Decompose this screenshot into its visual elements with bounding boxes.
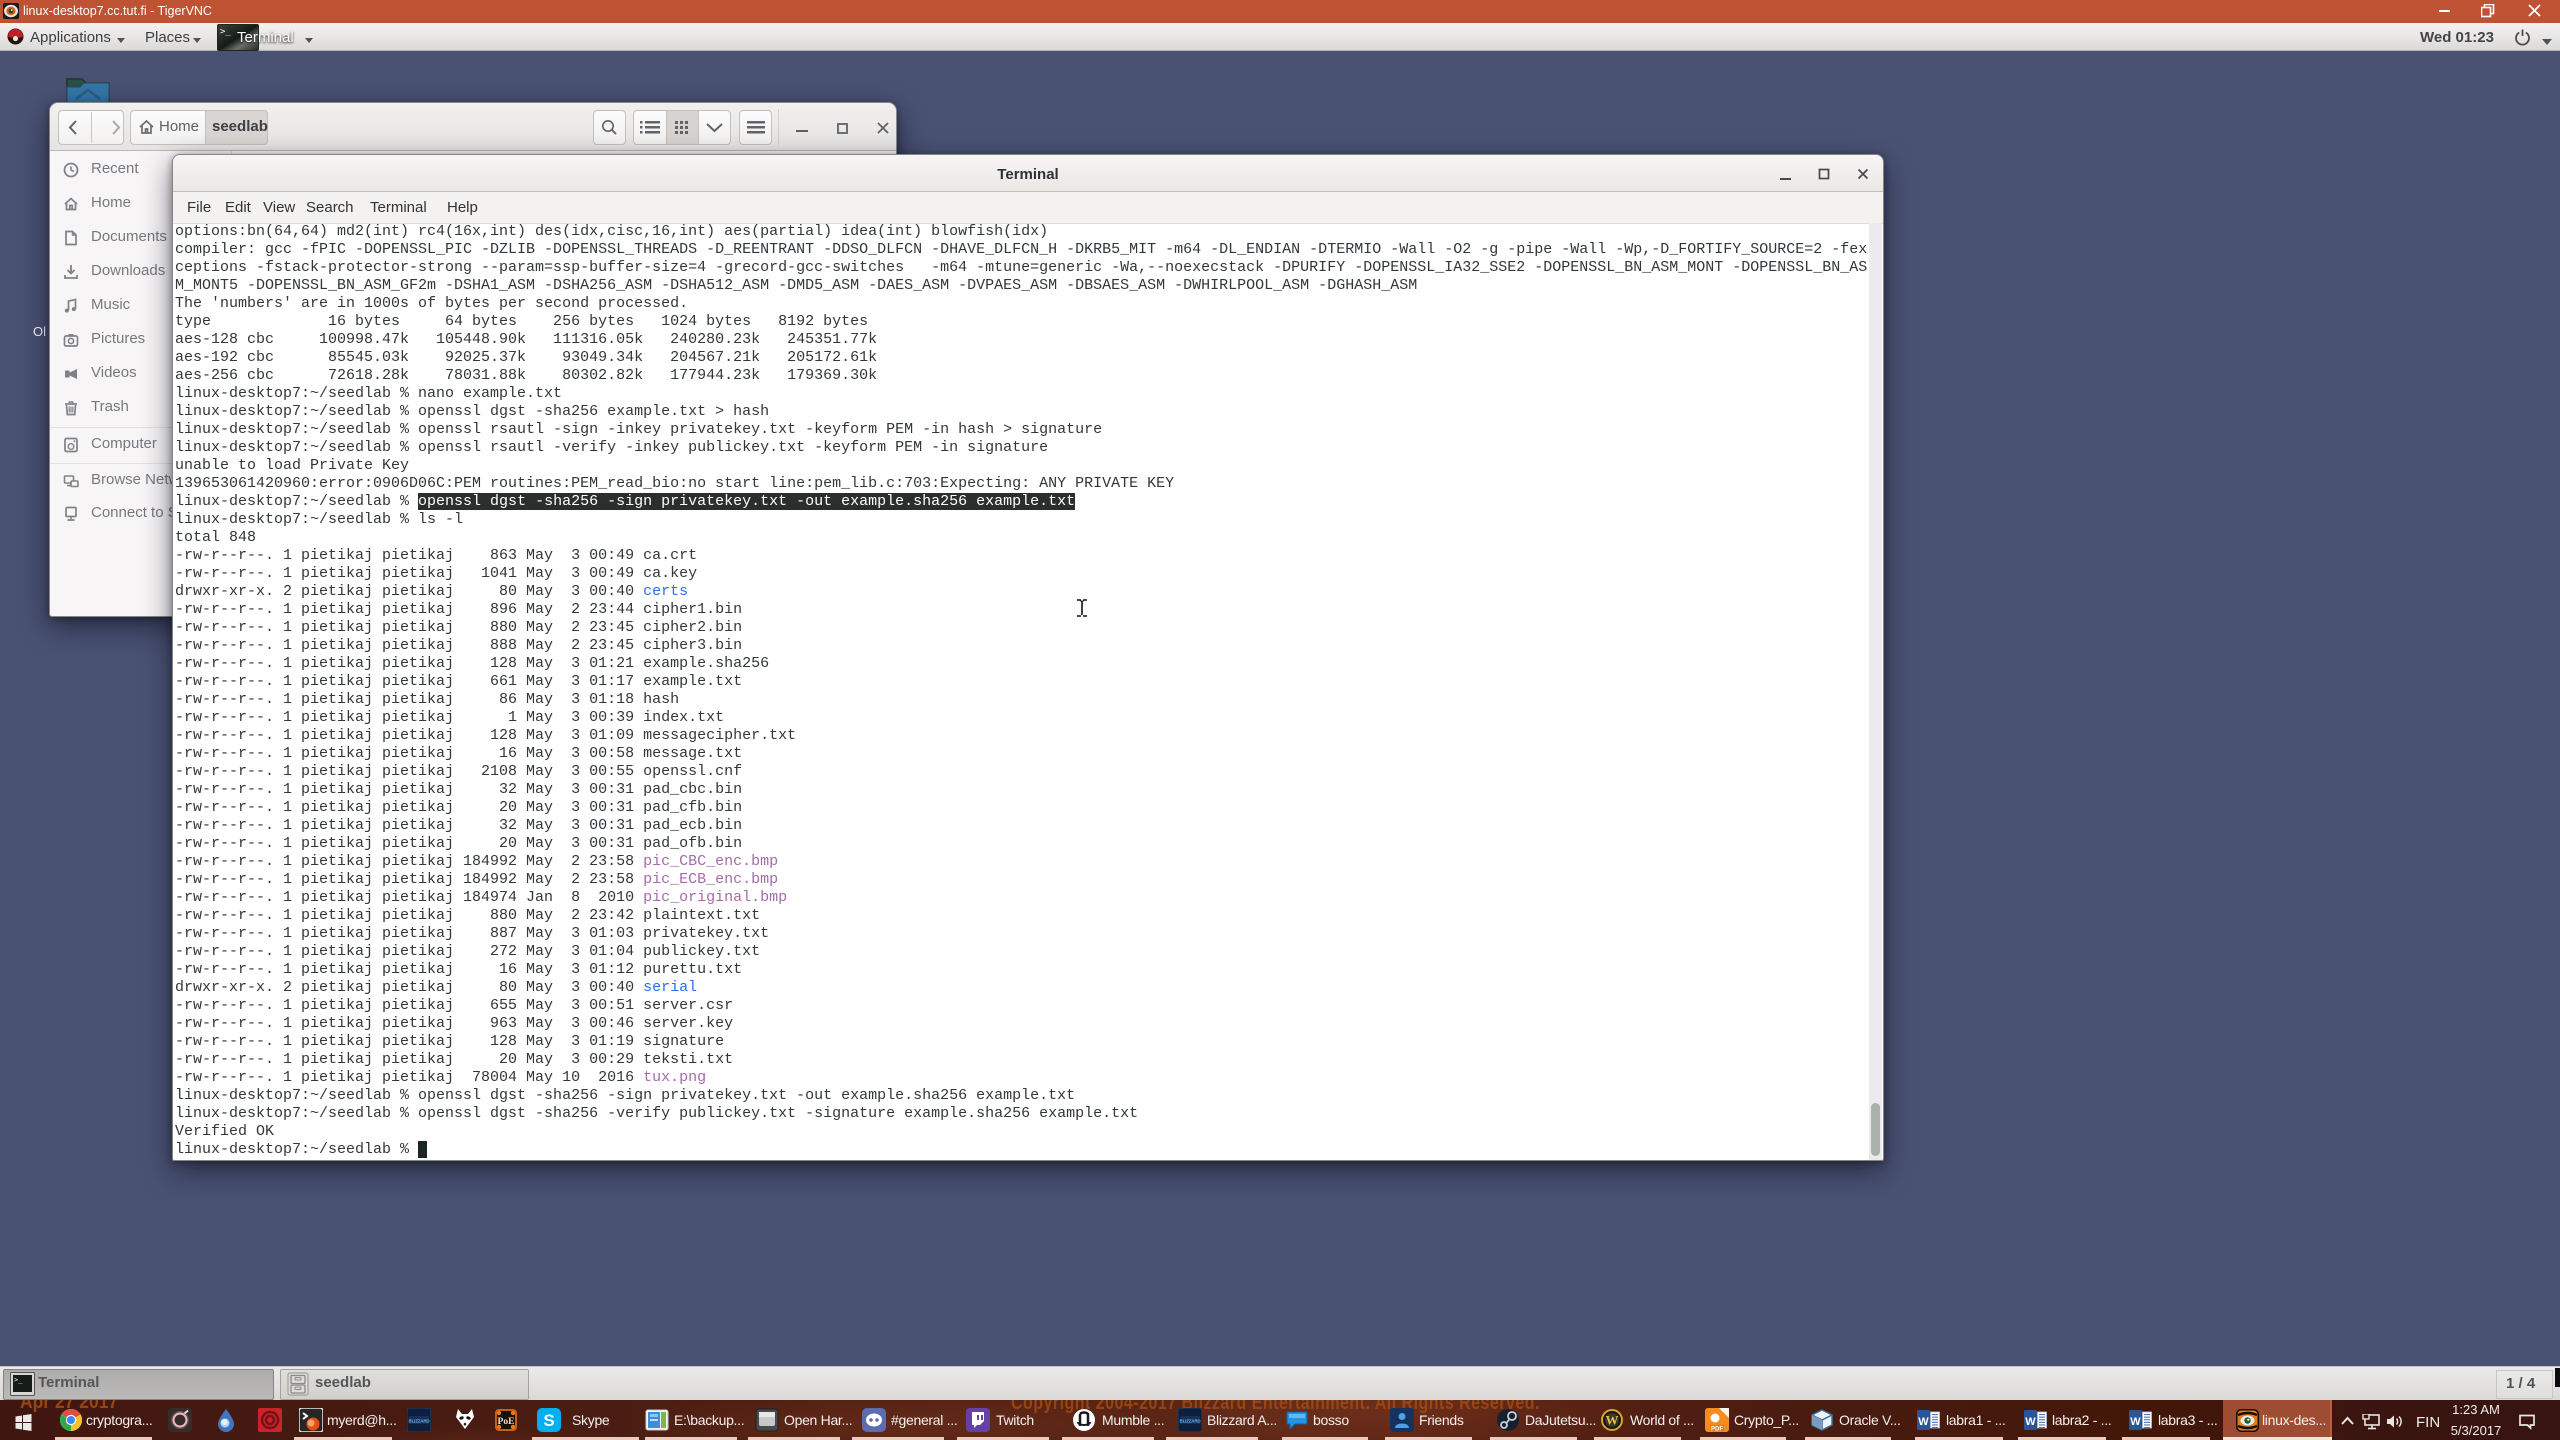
svg-text:>_: >_ [14,1376,23,1384]
svg-text:W: W [2130,1416,2141,1428]
svg-text:BLIZZARD: BLIZZARD [1180,1419,1202,1424]
svg-text:W: W [1606,1413,1619,1428]
svg-text:PDF: PDF [1711,1427,1723,1433]
svg-text:BLIZZARD: BLIZZARD [409,1419,431,1424]
svg-text:>_: >_ [220,27,231,37]
svg-text:W: W [2025,1416,2036,1428]
svg-text:W: W [1918,1416,1929,1428]
svg-text:PoE: PoE [498,1417,515,1427]
svg-text:S: S [543,1411,554,1430]
